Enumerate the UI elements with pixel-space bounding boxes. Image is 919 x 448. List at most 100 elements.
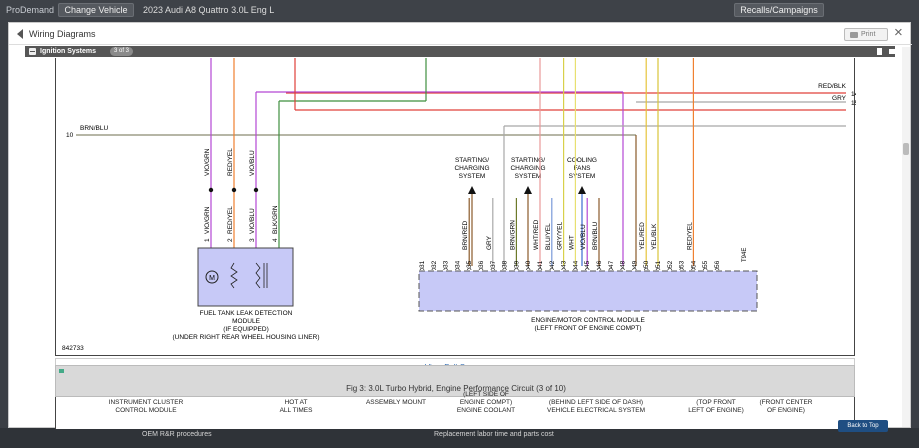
- modal-title: Wiring Diagrams: [29, 29, 96, 39]
- figure-3-label: (LEFT SIDE OF ENGINE COMPT) ENGINE COOLANT: [456, 391, 516, 414]
- section-bar[interactable]: Ignition Systems 3 of 3: [25, 46, 897, 57]
- figure-3-label: (BEHIND LEFT SIDE OF DASH) VEHICLE ELECTR…: [546, 399, 645, 414]
- diagram-ref: 842733: [62, 345, 84, 352]
- system-label: SYSTEM: [459, 173, 486, 180]
- fuel-pin-labels: 1 VIO/GRN 2 RED/YEL 3 VIO/BLU 4 BLK/GRN: [204, 205, 279, 242]
- print-icon[interactable]: [889, 49, 897, 54]
- section-title: Ignition Systems: [40, 48, 97, 55]
- system-label: SYSTEM: [569, 173, 596, 180]
- wire-color-label: VIO/GRN: [204, 148, 211, 176]
- wire-color-label: RED/YEL: [227, 148, 234, 176]
- ecm-pin-number: 50: [643, 260, 650, 268]
- brand-logo[interactable]: ProDemand: [6, 5, 54, 15]
- figure-3-label: (FRONT CENTER OF ENGINE): [759, 399, 813, 414]
- ecm-pin-number: 40: [525, 260, 532, 268]
- fuel-module-text: FUEL TANK LEAK DETECTIONMODULE(IF EQUIPP…: [173, 310, 320, 341]
- pin-number: 4: [272, 238, 279, 242]
- fuel-module-line: (UNDER RIGHT REAR WHEEL HOUSING LINER): [173, 334, 320, 341]
- wiring-svg: RED/BLK 14 GRY 15 10 BRN/BLU VI: [62, 58, 859, 352]
- system-label: COOLING: [567, 157, 597, 164]
- back-arrow-icon[interactable]: [17, 29, 23, 39]
- arrow-icon: [468, 186, 476, 194]
- wire-num-14: 14: [851, 91, 856, 98]
- pin-wire-color: VIO/GRN: [204, 206, 211, 234]
- ecm-pin-number: 53: [679, 260, 686, 268]
- close-icon[interactable]: ×: [894, 25, 903, 41]
- collapse-icon[interactable]: [29, 48, 36, 55]
- ecm-pin-number: 45: [584, 260, 591, 268]
- fuel-module-line: (IF EQUIPPED): [223, 326, 269, 333]
- arrow-icon: [524, 186, 532, 194]
- figure-3-label: HOT AT ALL TIMES: [279, 399, 313, 414]
- ecm-box: [418, 270, 758, 312]
- ecm-pin-number: 56: [714, 260, 721, 268]
- system-label: FANS: [574, 165, 592, 172]
- ecm-pin-number: 51: [655, 260, 662, 268]
- page-badge: 3 of 3: [110, 47, 134, 56]
- back-to-top-button[interactable]: Back to Top: [838, 420, 888, 432]
- wire-label-gry: GRY: [832, 95, 847, 102]
- ecm-wire-color: RED/YEL: [686, 222, 693, 250]
- wire-num-10: 10: [66, 132, 74, 139]
- ecm-wire-color: BRN/GRN: [509, 220, 516, 250]
- ecm-pin-number: 52: [667, 260, 674, 268]
- system-label: STARTING/: [455, 157, 489, 164]
- ecm-wire-color: GRY/YEL: [557, 222, 564, 250]
- ecm-module-label: ENGINE/MOTOR CONTROL MODULE: [531, 317, 645, 324]
- figure-3: Fig 3: 3.0L Turbo Hybrid, Engine Perform…: [55, 365, 855, 429]
- pin-wire-color: RED/YEL: [227, 206, 234, 234]
- arrow-icon: [578, 186, 586, 194]
- pin-wire-color: VIO/BLU: [249, 208, 256, 234]
- labor-link[interactable]: Replacement labor time and parts cost: [434, 431, 554, 438]
- ecm-pin-number: 37: [490, 260, 497, 268]
- ecm-pin-number: 41: [537, 260, 544, 268]
- vehicle-name: 2023 Audi A8 Quattro 3.0L Eng L: [143, 5, 275, 15]
- change-vehicle-button[interactable]: Change Vehicle: [58, 3, 134, 17]
- oem-link[interactable]: OEM R&R procedures: [142, 431, 212, 438]
- ecm-connector-label: T94E: [742, 248, 748, 262]
- print-label: Print: [861, 31, 876, 38]
- ecm-pin-number: 33: [443, 260, 450, 268]
- figure-3-label: INSTRUMENT CLUSTER CONTROL MODULE: [108, 399, 184, 414]
- system-label: SYSTEM: [515, 173, 542, 180]
- bookmark-icon[interactable]: [877, 48, 882, 55]
- fuel-module-line: FUEL TANK LEAK DETECTION: [200, 310, 293, 317]
- ecm-pin-number: 32: [431, 260, 438, 268]
- wiring-diagram: RED/BLK 14 GRY 15 10 BRN/BLU VI: [55, 58, 859, 356]
- motor-symbol: M: [209, 275, 215, 282]
- ecm-pin-number: 42: [549, 260, 556, 268]
- ecm-pin-number: 39: [513, 260, 520, 268]
- ecm-pin-number: 34: [454, 260, 461, 268]
- wiring-diagram-modal: Wiring Diagrams Print × Ignition Systems…: [8, 22, 912, 429]
- figure-3-body: INSTRUMENT CLUSTER CONTROL MODULE HOT AT AL…: [55, 391, 855, 429]
- wire-color-label: VIO/BLU: [249, 150, 256, 176]
- scrollbar-thumb[interactable]: [903, 143, 909, 155]
- ecm-pin-number: 54: [690, 260, 697, 268]
- ecm-pin-number: 55: [702, 260, 709, 268]
- vertical-scrollbar[interactable]: [902, 47, 910, 427]
- ecm-pin-number: 43: [561, 260, 568, 268]
- ecm-wire-color: BRN/BLU: [592, 222, 599, 250]
- ecm-wire-color: BRN/RED: [462, 220, 469, 250]
- ecm-pin-number: 31: [419, 260, 426, 268]
- ecm-wire-color: YEL/BLK: [651, 223, 658, 250]
- wire-label-redblk: RED/BLK: [818, 83, 846, 90]
- pin-number: 1: [204, 238, 211, 242]
- pin-number: 2: [227, 238, 234, 242]
- ecm-pin-number: 46: [596, 260, 603, 268]
- ecm-pin-number: 38: [502, 260, 509, 268]
- ecm-pin-number: 44: [572, 260, 579, 268]
- ecm-wire-color: BLU/YEL: [545, 223, 552, 250]
- recalls-button[interactable]: Recalls/Campaigns: [734, 3, 824, 17]
- figure-3-label: ASSEMBLY MOUNT: [365, 399, 427, 406]
- ecm-module-location: (LEFT FRONT OF ENGINE COMPT): [534, 325, 641, 332]
- ecm-pin-number: 48: [620, 260, 627, 268]
- top-bar: ProDemand Change Vehicle 2023 Audi A8 Qu…: [0, 0, 919, 20]
- print-button[interactable]: Print: [844, 28, 888, 41]
- background-footer: OEM R&R procedures Replacement labor tim…: [0, 428, 919, 448]
- pin-number: 3: [249, 238, 256, 242]
- pin-wire-color: BLK/GRN: [272, 205, 279, 234]
- ecm-pin-number: 36: [478, 260, 485, 268]
- ecm-wire-color: GRY: [486, 235, 493, 250]
- printer-icon: [850, 32, 858, 38]
